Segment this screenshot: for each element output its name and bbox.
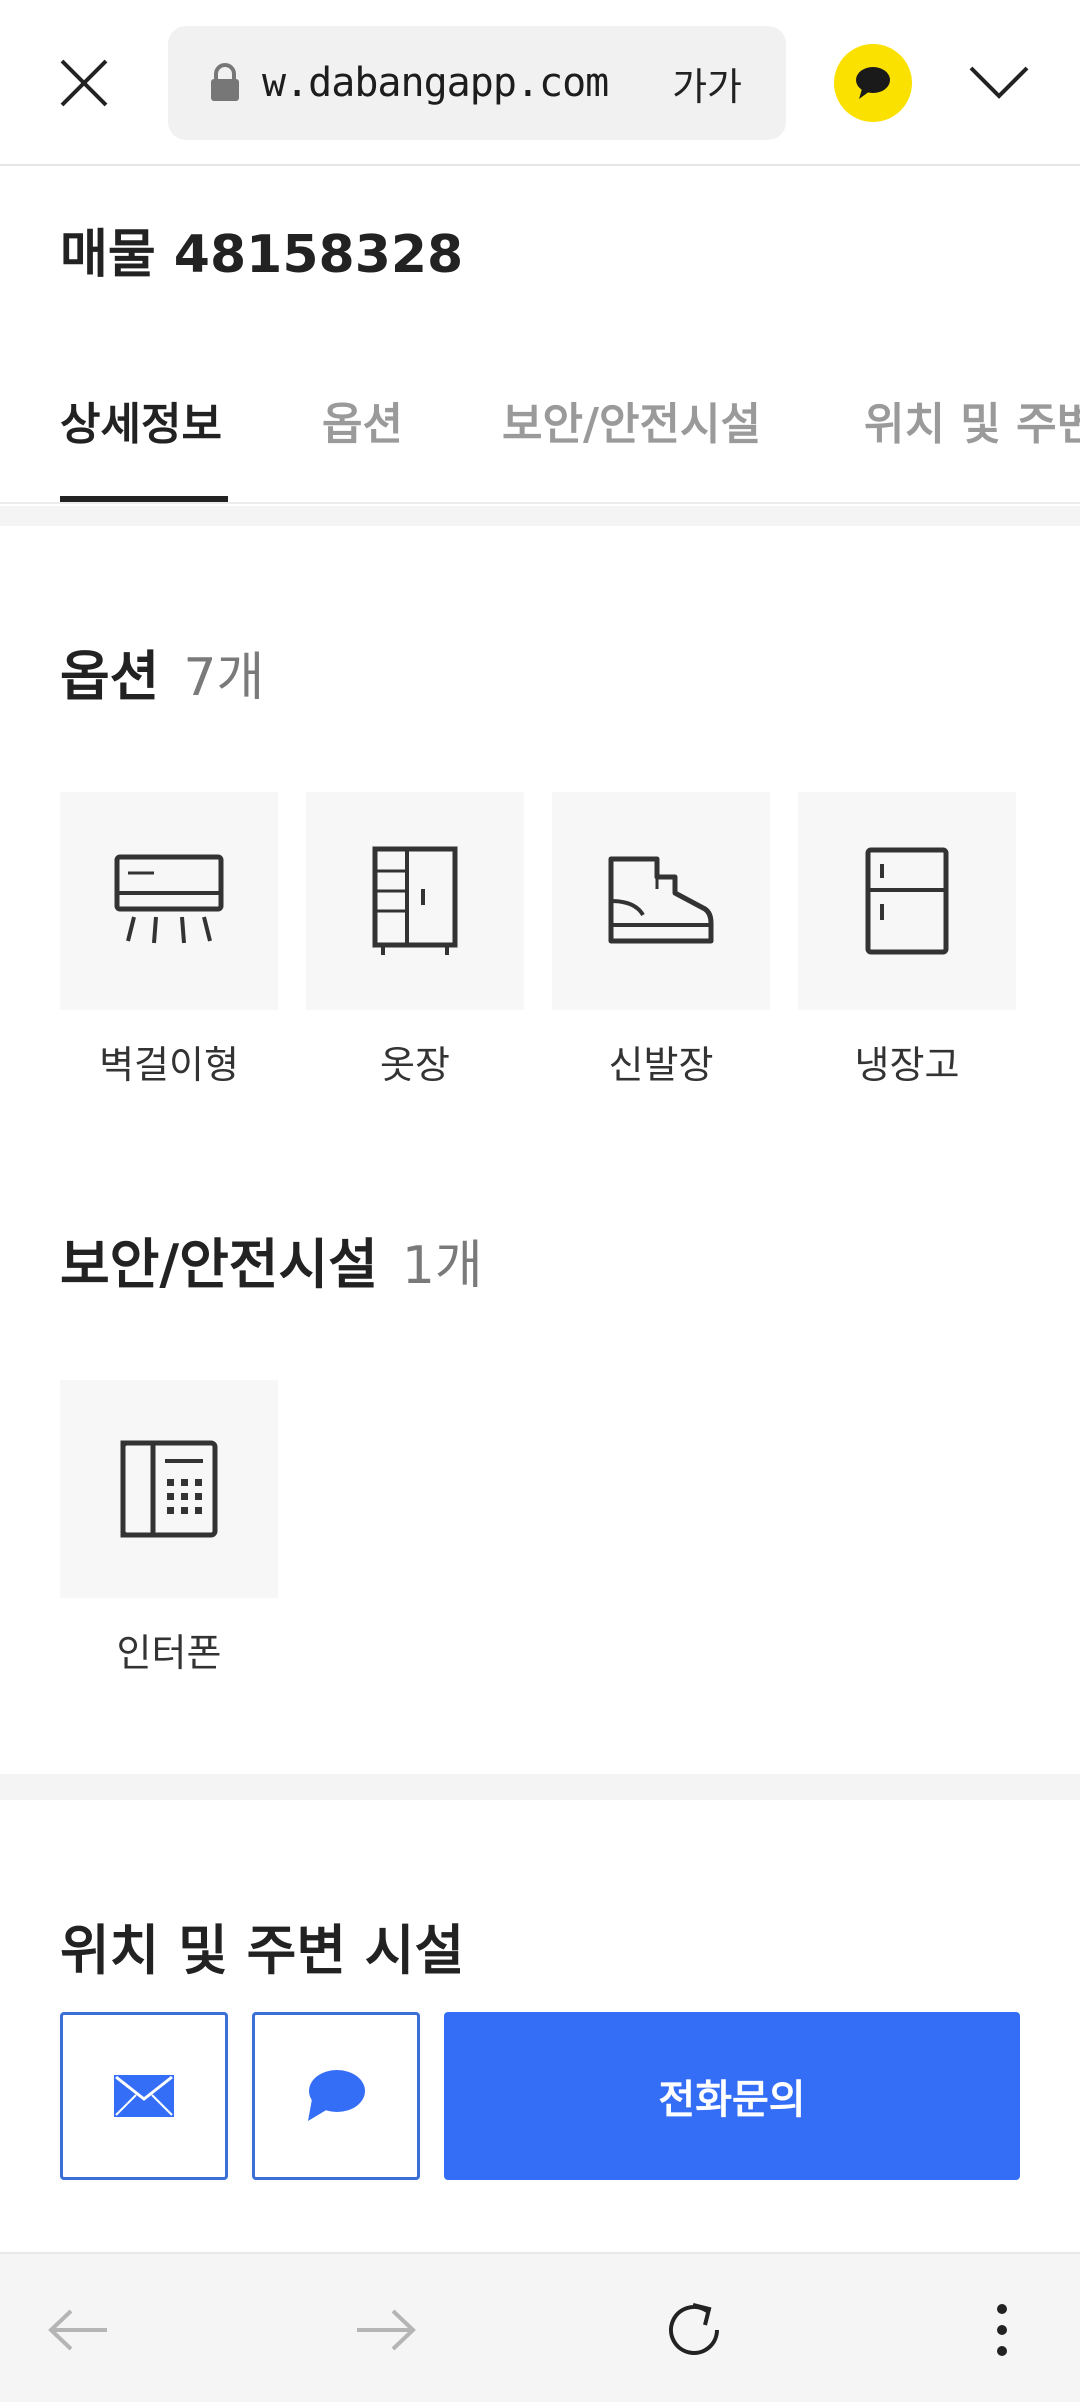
url-text: w.dabangapp.com (262, 60, 609, 106)
intercom-icon (120, 1440, 218, 1538)
address-bar[interactable]: w.dabangapp.com 가가 (168, 26, 786, 140)
browser-navbar (0, 2252, 1080, 2402)
security-count: 1개 (401, 1236, 483, 1296)
active-tab-indicator (60, 496, 228, 502)
option-item: 냉장고 (798, 792, 1016, 1089)
chat-button[interactable] (252, 2012, 420, 2180)
chevron-down-icon (969, 66, 1029, 99)
option-label: 벽걸이형 (99, 1043, 239, 1087)
lock-icon (211, 63, 239, 101)
message-button[interactable] (60, 2012, 228, 2180)
tab-options[interactable]: 옵션 (322, 388, 403, 452)
tab-security[interactable]: 보안/안전시설 (502, 388, 761, 452)
menu-dropdown-button[interactable] (960, 44, 1038, 122)
options-title-text: 옵션 (60, 645, 160, 708)
security-section-title: 보안/안전시설 1개 (60, 1220, 483, 1299)
section-divider (0, 1774, 1080, 1800)
security-label: 인터폰 (116, 1631, 222, 1675)
back-button[interactable] (30, 2282, 126, 2378)
more-vertical-icon (997, 2304, 1007, 2356)
call-inquiry-button[interactable]: 전화문의 (444, 2012, 1020, 2180)
tab-location[interactable]: 위치 및 주변 (864, 388, 1080, 452)
close-button[interactable] (44, 40, 124, 126)
option-icon-box (60, 792, 278, 1010)
shoe-cabinet-icon (608, 856, 714, 944)
option-item: 벽걸이형 (60, 792, 278, 1089)
option-icon-box (798, 792, 1016, 1010)
forward-button[interactable] (338, 2282, 434, 2378)
close-icon (60, 59, 108, 107)
option-label: 냉장고 (854, 1043, 960, 1087)
wardrobe-icon (372, 846, 458, 955)
refresh-icon (669, 2303, 719, 2355)
chat-bubble-icon (308, 2070, 365, 2121)
option-label: 옷장 (380, 1043, 450, 1087)
security-icon-box (60, 1380, 278, 1598)
kakaotalk-button[interactable] (834, 44, 912, 122)
option-label: 신발장 (608, 1043, 714, 1087)
back-arrow-icon (48, 2309, 107, 2351)
option-item: 옷장 (306, 792, 524, 1089)
tab-details[interactable]: 상세정보 (60, 388, 222, 452)
mail-icon (114, 2075, 174, 2117)
forward-arrow-icon (357, 2309, 416, 2351)
text-size-button[interactable]: 가가 (672, 56, 742, 111)
refresh-button[interactable] (646, 2282, 742, 2378)
listing-title: 매물 48158328 (60, 225, 464, 285)
wall-air-conditioner-icon (114, 854, 224, 944)
browser-toolbar: w.dabangapp.com 가가 (0, 0, 1080, 166)
option-icon-box (552, 792, 770, 1010)
location-section-title: 위치 및 주변 시설 (60, 1919, 465, 1982)
option-item: 신발장 (552, 792, 770, 1089)
section-divider (0, 506, 1080, 526)
refrigerator-icon (865, 847, 949, 955)
more-options-button[interactable] (954, 2282, 1050, 2378)
option-icon-box (306, 792, 524, 1010)
security-item: 인터폰 (60, 1380, 278, 1677)
options-section-title: 옵션 7개 (60, 632, 264, 711)
detail-tabs: 상세정보 옵션 보안/안전시설 위치 및 주변 (0, 360, 1080, 504)
kakaotalk-icon (856, 67, 890, 99)
security-title-text: 보안/안전시설 (60, 1233, 378, 1296)
options-count: 7개 (183, 648, 265, 708)
